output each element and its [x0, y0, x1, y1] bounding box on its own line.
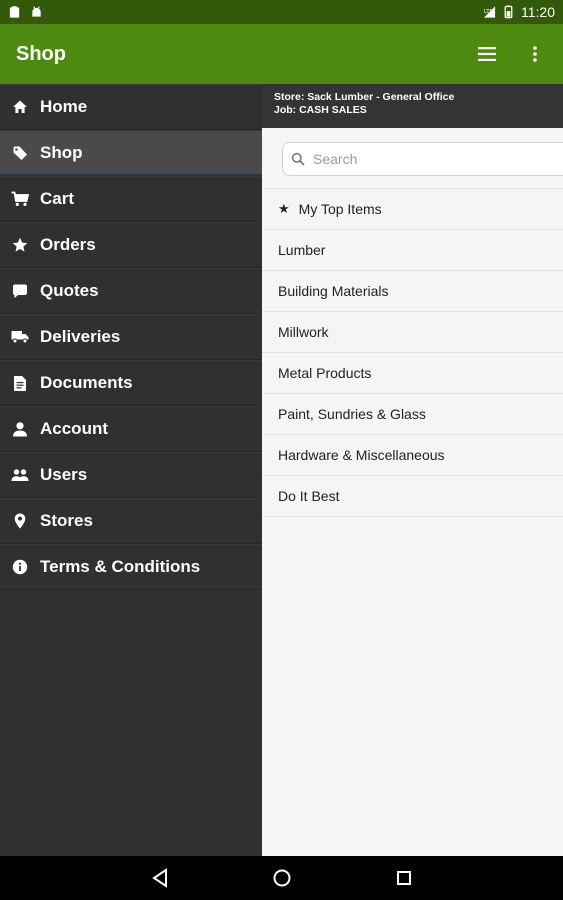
recents-button[interactable] [389, 863, 419, 893]
status-time: 11:20 [521, 4, 555, 20]
search-icon [291, 152, 305, 166]
sidebar-item-cart[interactable]: Cart [0, 176, 262, 222]
list-item[interactable]: Metal Products [262, 353, 563, 394]
main-content: Store: Sack Lumber - General Office Job:… [262, 84, 563, 856]
sidebar-item-label: Stores [40, 511, 93, 530]
page-title: Shop [16, 42, 66, 65]
sidebar-item-label: Users [40, 465, 88, 484]
category-label: Building Materials [278, 283, 389, 299]
map-pin-icon [0, 513, 40, 529]
sidebar-item-account[interactable]: Account [0, 406, 262, 452]
sidebar-item-label: Account [40, 419, 108, 438]
star-icon: ★ [278, 201, 290, 216]
menu-button[interactable] [475, 42, 499, 66]
document-icon [0, 375, 40, 392]
sidebar-item-deliveries[interactable]: Deliveries [0, 314, 262, 360]
category-label: Do It Best [278, 488, 340, 504]
sidebar-item-label: Deliveries [40, 327, 121, 346]
app-bar: Shop [0, 24, 563, 84]
list-item[interactable]: Building Materials [262, 271, 563, 312]
home-button[interactable] [267, 863, 297, 893]
sidebar-item-label: Shop [40, 142, 83, 162]
back-triangle-icon [151, 868, 167, 888]
users-icon [0, 468, 40, 482]
signal-icon: LTE [483, 6, 496, 18]
recents-square-icon [396, 871, 411, 885]
overflow-menu-button[interactable] [523, 42, 547, 66]
store-info: Store: Sack Lumber - General Office Job:… [262, 84, 563, 128]
search-input[interactable]: Search [282, 142, 563, 176]
sidebar-item-quotes[interactable]: Quotes [0, 268, 262, 314]
sidebar-item-label: Home [40, 97, 88, 116]
category-label: Metal Products [278, 365, 372, 381]
clipboard-notification-icon [9, 6, 20, 18]
list-item[interactable]: ★ My Top Items [262, 189, 563, 230]
sidebar-item-terms[interactable]: Terms & Conditions [0, 544, 262, 590]
status-bar: LTE 11:20 [0, 0, 563, 24]
search-area: Search [262, 128, 563, 188]
battery-icon [504, 5, 513, 19]
category-label: Paint, Sundries & Glass [278, 406, 426, 422]
info-icon [0, 559, 40, 575]
more-vertical-icon [533, 46, 537, 62]
person-icon [0, 421, 40, 437]
back-button[interactable] [145, 863, 175, 893]
sidebar-item-label: Orders [40, 235, 96, 254]
list-item[interactable]: Paint, Sundries & Glass [262, 394, 563, 435]
sidebar-item-label: Cart [40, 189, 75, 208]
sidebar-item-documents[interactable]: Documents [0, 360, 262, 406]
category-label: Millwork [278, 324, 329, 340]
sidebar: Home Shop Cart Orders Quotes Deliveries [0, 84, 262, 856]
sidebar-item-label: Terms & Conditions [40, 557, 201, 576]
chat-bubble-icon [0, 283, 40, 299]
sidebar-item-home[interactable]: Home [0, 84, 262, 130]
sidebar-item-orders[interactable]: Orders [0, 222, 262, 268]
android-notification-icon [32, 6, 41, 17]
system-nav-bar [0, 856, 563, 900]
search-placeholder: Search [313, 151, 358, 167]
category-label: Hardware & Miscellaneous [278, 447, 445, 463]
sidebar-item-label: Documents [40, 373, 133, 392]
job-name: Job: CASH SALES [274, 104, 367, 116]
sidebar-item-stores[interactable]: Stores [0, 498, 262, 544]
list-item[interactable]: Hardware & Miscellaneous [262, 435, 563, 476]
star-icon [0, 237, 40, 253]
store-name: Store: Sack Lumber - General Office [274, 91, 455, 103]
sidebar-item-users[interactable]: Users [0, 452, 262, 498]
category-list: ★ My Top Items Lumber Building Materials… [262, 188, 563, 517]
sidebar-item-label: Quotes [40, 281, 99, 300]
truck-icon [0, 330, 40, 344]
list-item[interactable]: Millwork [262, 312, 563, 353]
list-item[interactable]: Do It Best [262, 476, 563, 517]
category-label: Lumber [278, 242, 326, 258]
svg-text:LTE: LTE [484, 9, 494, 15]
category-label: My Top Items [298, 201, 382, 217]
list-item[interactable]: Lumber [262, 230, 563, 271]
sidebar-item-shop[interactable]: Shop [0, 130, 262, 176]
cart-icon [0, 191, 40, 207]
home-icon [0, 99, 40, 115]
hamburger-menu-icon [478, 47, 496, 61]
home-circle-icon [273, 869, 290, 887]
tag-icon [0, 145, 40, 161]
